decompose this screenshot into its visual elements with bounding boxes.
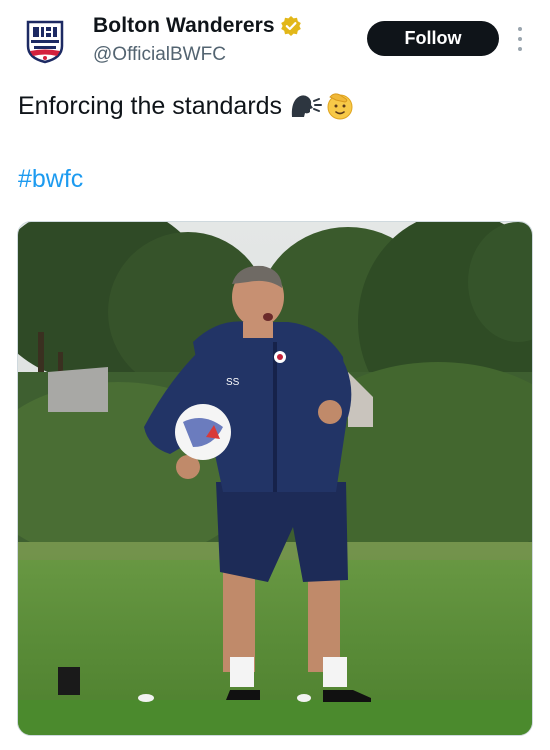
saluting-face-emoji <box>327 93 353 120</box>
tweet-header: Bolton Wanderers @OfficialBWFC Follow <box>0 0 550 80</box>
hashtag-link[interactable]: #bwfc <box>18 165 83 194</box>
user-handle[interactable]: @OfficialBWFC <box>93 44 226 66</box>
tweet-body: Enforcing the standards <box>18 90 356 122</box>
jacket-initials: SS <box>226 377 240 388</box>
follow-button[interactable]: Follow <box>367 21 499 56</box>
bolton-crest-icon[interactable] <box>22 18 68 64</box>
photo-training-coach: SS <box>18 222 532 735</box>
display-name[interactable]: Bolton Wanderers <box>93 14 275 38</box>
emoji-group <box>288 90 356 122</box>
tweet-photo[interactable]: SS <box>17 221 533 736</box>
tweet-text: Enforcing the standards <box>18 91 283 120</box>
verified-badge-icon <box>280 16 301 36</box>
more-options-icon[interactable] <box>514 27 526 51</box>
speaking-head-emoji <box>291 95 323 117</box>
